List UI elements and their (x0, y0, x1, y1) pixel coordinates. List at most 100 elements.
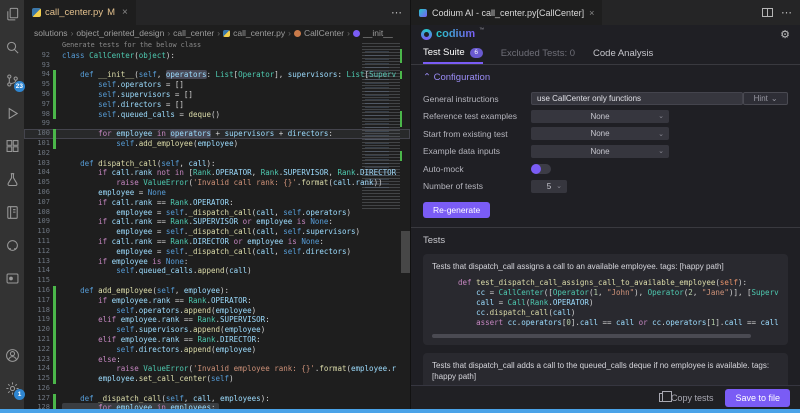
code-line[interactable]: 109 if call.rank == Rank.SUPERVISOR or e… (24, 217, 410, 227)
git-added-gutter (53, 90, 56, 100)
chevron-down-icon: ⌄ (658, 147, 664, 155)
code-line[interactable]: 95 self.operators = [] (24, 80, 410, 90)
code-line[interactable]: 113 if employee is None: (24, 257, 410, 267)
breadcrumb-item[interactable]: solutions (34, 28, 68, 38)
code-line[interactable]: 94 def __init__(self, operators: List[Op… (24, 70, 410, 80)
more-actions-icon[interactable]: ⋯ (391, 6, 402, 19)
code-line[interactable]: 117 if employee.rank == Rank.OPERATOR: (24, 296, 410, 306)
line-number: 95 (24, 80, 50, 90)
code-line[interactable]: 100 for employee in operators + supervis… (24, 129, 410, 139)
more-actions-icon[interactable]: ⋯ (781, 6, 792, 19)
code-line[interactable]: 112 employee = self._dispatch_call(call,… (24, 247, 410, 257)
code-line[interactable]: 106 employee = None (24, 188, 410, 198)
git-added-gutter (53, 345, 56, 355)
line-number: 115 (24, 276, 50, 286)
breadcrumb-item[interactable]: object_oriented_design (76, 28, 164, 38)
save-to-file-button[interactable]: Save to file (725, 389, 790, 407)
code-line[interactable]: 102 (24, 149, 410, 159)
config-select[interactable]: None⌄ (531, 110, 669, 123)
code-line[interactable]: 110 employee = self._dispatch_call(call,… (24, 227, 410, 237)
code-line[interactable]: 97 self.directors = [] (24, 100, 410, 110)
breadcrumb[interactable]: solutions›object_oriented_design›call_ce… (24, 25, 410, 41)
line-text: self.queued_calls.append(call) (62, 266, 252, 276)
activity-item-extensions[interactable] (3, 138, 21, 154)
python-file-icon (32, 8, 41, 17)
minimap[interactable] (362, 43, 400, 211)
breadcrumb-item[interactable]: call_center.py (233, 28, 285, 38)
split-editor-icon[interactable] (762, 8, 773, 17)
panel-tab-test-suite[interactable]: Test Suite6 (423, 43, 483, 64)
config-select[interactable]: None⌄ (531, 145, 669, 158)
code-line[interactable]: 120 self.supervisors.append(employee) (24, 325, 410, 335)
breadcrumb-item[interactable]: __init__ (363, 28, 393, 38)
tab-codium-ai[interactable]: Codium AI - call_center.py[CallCenter] × (411, 0, 602, 25)
panel-tab-code-analysis[interactable]: Code Analysis (593, 43, 653, 64)
close-icon[interactable]: × (589, 8, 594, 18)
config-select[interactable]: 5⌄ (531, 180, 567, 193)
code-line[interactable]: 118 self.operators.append(employee) (24, 306, 410, 316)
code-line[interactable]: 126 (24, 384, 410, 394)
code-line[interactable]: 124 raise ValueError('Invalid employee r… (24, 364, 410, 374)
copy-tests-button[interactable]: Copy tests (659, 393, 714, 403)
line-number: 121 (24, 335, 50, 345)
breadcrumb-item[interactable]: CallCenter (304, 28, 344, 38)
test-card[interactable]: Tests that dispatch_call assigns a call … (423, 254, 788, 345)
line-text: employee.set_call_center(self) (62, 374, 234, 384)
line-text: def add_employee(self, employee): (62, 286, 229, 296)
activity-item-search[interactable] (3, 39, 21, 55)
activity-item-source-control[interactable]: 23 (3, 72, 21, 88)
editor-scrollbar-thumb[interactable] (401, 231, 410, 273)
activity-item-accounts[interactable] (3, 347, 21, 363)
line-text: self.directors.append(employee) (62, 345, 256, 355)
line-text: raise ValueError('Invalid employee rank:… (62, 364, 396, 374)
activity-item-testing[interactable] (3, 171, 21, 187)
code-editor[interactable]: Generate tests for the below class92clas… (24, 41, 410, 413)
git-added-gutter (53, 394, 56, 404)
code-line[interactable]: 115 (24, 276, 410, 286)
code-line[interactable]: 93 (24, 61, 410, 71)
code-line[interactable]: 116 def add_employee(self, employee): (24, 286, 410, 296)
activity-item-explorer[interactable] (3, 6, 21, 22)
tab-call-center-py[interactable]: call_center.py M × (24, 0, 136, 25)
gear-icon[interactable]: ⚙ (780, 28, 790, 41)
code-line[interactable]: 121 elif employee.rank == Rank.DIRECTOR: (24, 335, 410, 345)
code-line[interactable]: 119 elif employee.rank == Rank.SUPERVISO… (24, 315, 410, 325)
activity-item-run-debug[interactable] (3, 105, 21, 121)
code-line[interactable]: 114 self.queued_calls.append(call) (24, 266, 410, 276)
line-text: if call.rank not in [Rank.OPERATOR, Rank… (62, 168, 396, 178)
code-line[interactable]: 105 raise ValueError('Invalid call rank:… (24, 178, 410, 188)
auto-mock-toggle[interactable] (531, 164, 551, 174)
code-line[interactable]: 101 self.add_employee(employee) (24, 139, 410, 149)
config-select[interactable]: None⌄ (531, 127, 669, 140)
activity-item-jupyter[interactable] (3, 237, 21, 253)
breadcrumb-item[interactable]: call_center (173, 28, 214, 38)
activity-item-codium[interactable] (3, 270, 21, 286)
code-line[interactable]: 96 self.supervisors = [] (24, 90, 410, 100)
code-line[interactable]: 111 if call.rank == Rank.DIRECTOR or emp… (24, 237, 410, 247)
general-instructions-input[interactable] (531, 92, 743, 105)
configuration-header[interactable]: ⌃ Configuration (423, 72, 788, 83)
git-added-gutter (53, 149, 56, 159)
activity-item-notebook[interactable] (3, 204, 21, 220)
code-line[interactable]: 104 if call.rank not in [Rank.OPERATOR, … (24, 168, 410, 178)
code-line[interactable]: 107 if call.rank == Rank.OPERATOR: (24, 198, 410, 208)
codium-icon (5, 271, 20, 286)
code-line[interactable]: 103 def dispatch_call(self, call): (24, 159, 410, 169)
git-added-gutter (53, 159, 56, 169)
editor-tab-actions: ⋯ (391, 0, 410, 25)
code-line[interactable]: 92class CallCenter(object): (24, 51, 410, 61)
regenerate-button[interactable]: Re-generate (423, 202, 490, 218)
code-line[interactable]: 98 self.queued_calls = deque() (24, 110, 410, 120)
hint-button[interactable]: Hint⌄ (743, 92, 788, 105)
panel-tab-excluded-tests-0[interactable]: Excluded Tests: 0 (501, 43, 575, 64)
code-line[interactable]: 125 employee.set_call_center(self) (24, 374, 410, 384)
code-line[interactable]: 99 (24, 119, 410, 129)
activity-item-settings[interactable]: 1 (3, 380, 21, 396)
code-line[interactable]: 127 def _dispatch_call(self, call, emplo… (24, 394, 410, 404)
code-line[interactable]: 108 employee = self._dispatch_call(call,… (24, 208, 410, 218)
code-line[interactable]: 123 else: (24, 355, 410, 365)
code-line[interactable]: 122 self.directors.append(employee) (24, 345, 410, 355)
close-icon[interactable]: × (122, 7, 128, 18)
horizontal-scrollbar-thumb[interactable] (432, 334, 751, 338)
codelens-generate-tests[interactable]: Generate tests for the below class (62, 41, 201, 51)
